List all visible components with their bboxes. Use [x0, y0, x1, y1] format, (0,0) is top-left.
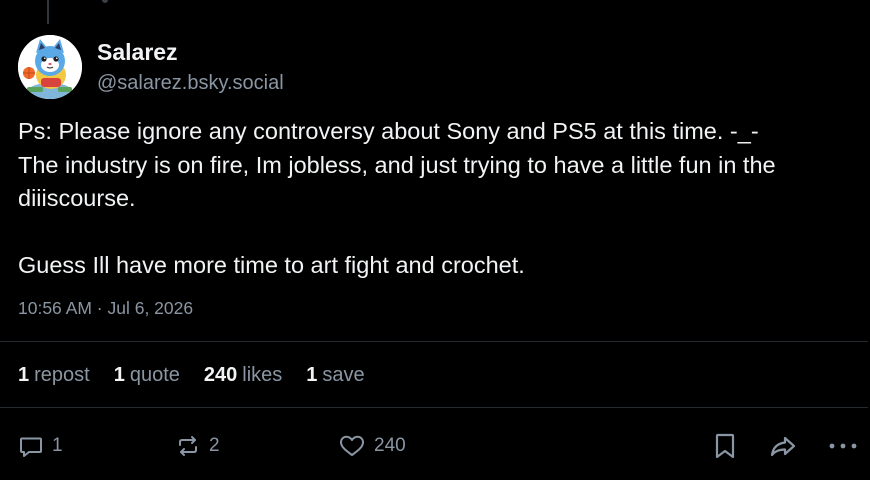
save-stat-label: save	[322, 364, 365, 386]
author-handle[interactable]: @salarez.bsky.social	[97, 69, 284, 97]
save-stat-count: 1	[306, 364, 318, 386]
avatar[interactable]	[18, 35, 82, 99]
like-button[interactable]: 240	[338, 428, 406, 464]
quote-stat[interactable]: 1 quote	[114, 362, 180, 388]
post-header: Salarez @salarez.bsky.social	[18, 35, 284, 99]
reply-button[interactable]: 1	[18, 428, 63, 464]
divider	[0, 407, 868, 408]
post-body: Ps: Please ignore any controversy about …	[18, 115, 858, 283]
heart-icon	[340, 435, 364, 456]
post-text-line: The industry is on fire, Im jobless, and…	[18, 151, 776, 212]
author-info: Salarez @salarez.bsky.social	[97, 38, 284, 97]
share-icon	[770, 436, 796, 457]
save-stat[interactable]: 1 save	[306, 362, 364, 388]
post-text-line: Guess Ill have more time to art fight an…	[18, 252, 525, 278]
quote-stat-label: quote	[129, 364, 180, 386]
reply-count: 1	[52, 435, 63, 456]
like-stat-label: likes	[242, 364, 283, 386]
cat-mascot-avatar-icon	[18, 35, 82, 99]
repost-icon	[179, 436, 197, 456]
share-button[interactable]	[768, 428, 798, 464]
reply-icon	[20, 437, 42, 457]
author-display-name[interactable]: Salarez	[97, 38, 284, 66]
repost-button[interactable]: 2	[175, 428, 220, 464]
repost-count: 2	[209, 435, 220, 456]
post-actions-bar: 1 2 240	[0, 428, 870, 464]
like-count: 240	[374, 435, 406, 456]
bookmark-icon	[715, 433, 735, 459]
repost-stat[interactable]: 1 repost	[18, 362, 90, 388]
post-text-line: Ps: Please ignore any controversy about …	[18, 118, 759, 144]
bookmark-button[interactable]	[712, 428, 738, 464]
divider	[0, 341, 868, 342]
more-icon	[829, 443, 857, 449]
more-options-button[interactable]	[828, 428, 858, 464]
repost-stat-count: 1	[18, 364, 30, 386]
engagement-stats: 1 repost 1 quote 240 likes 1 save	[18, 362, 389, 388]
like-stat[interactable]: 240 likes	[204, 362, 282, 388]
post-timestamp[interactable]: 10:56 AM · Jul 6, 2026	[18, 298, 193, 319]
thread-connector-line	[47, 0, 49, 24]
repost-stat-label: repost	[34, 364, 90, 386]
thread-dot	[102, 0, 108, 3]
like-stat-count: 240	[203, 364, 238, 386]
quote-stat-count: 1	[113, 364, 125, 386]
